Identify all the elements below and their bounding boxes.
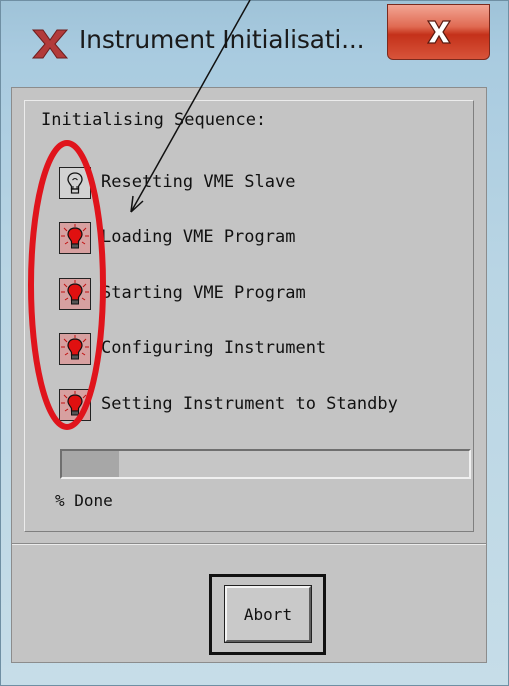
title-bar[interactable]: Instrument Initialisati...: [1, 1, 508, 85]
step-setting-instrument-to-standby: Setting Instrument to Standby: [49, 389, 479, 423]
sequence-title: Initialising Sequence:: [41, 110, 267, 130]
step-loading-vme-program: Loading VME Program: [49, 222, 479, 256]
close-icon: [426, 20, 451, 44]
window-title: Instrument Initialisati...: [79, 25, 365, 54]
abort-focus-frame: Abort: [209, 574, 326, 655]
step-label: Setting Instrument to Standby: [101, 394, 398, 414]
lightbulb-icon: [59, 167, 91, 199]
progress-bar: [60, 449, 471, 479]
divider: [12, 543, 486, 545]
abort-button[interactable]: Abort: [224, 585, 312, 643]
progress-fill: [62, 451, 119, 477]
red-lightbulb-icon: [59, 333, 91, 365]
red-lightbulb-icon: [59, 278, 91, 310]
instrument-initialisation-window: Instrument Initialisati... Initialising …: [0, 0, 509, 686]
step-label: Loading VME Program: [101, 227, 296, 247]
step-label: Resetting VME Slave: [101, 172, 296, 192]
red-lightbulb-icon: [59, 222, 91, 254]
step-resetting-vme-slave: Resetting VME Slave: [49, 167, 479, 201]
step-configuring-instrument: Configuring Instrument: [49, 333, 479, 367]
dialog-client-area: Initialising Sequence: Resetting VME Sla…: [11, 87, 487, 663]
step-label: Starting VME Program: [101, 283, 306, 303]
close-button[interactable]: [387, 4, 490, 60]
app-x-icon: [31, 29, 69, 59]
step-label: Configuring Instrument: [101, 338, 327, 358]
red-lightbulb-icon: [59, 389, 91, 421]
step-starting-vme-program: Starting VME Program: [49, 278, 479, 312]
percent-done-label: % Done: [55, 491, 113, 510]
